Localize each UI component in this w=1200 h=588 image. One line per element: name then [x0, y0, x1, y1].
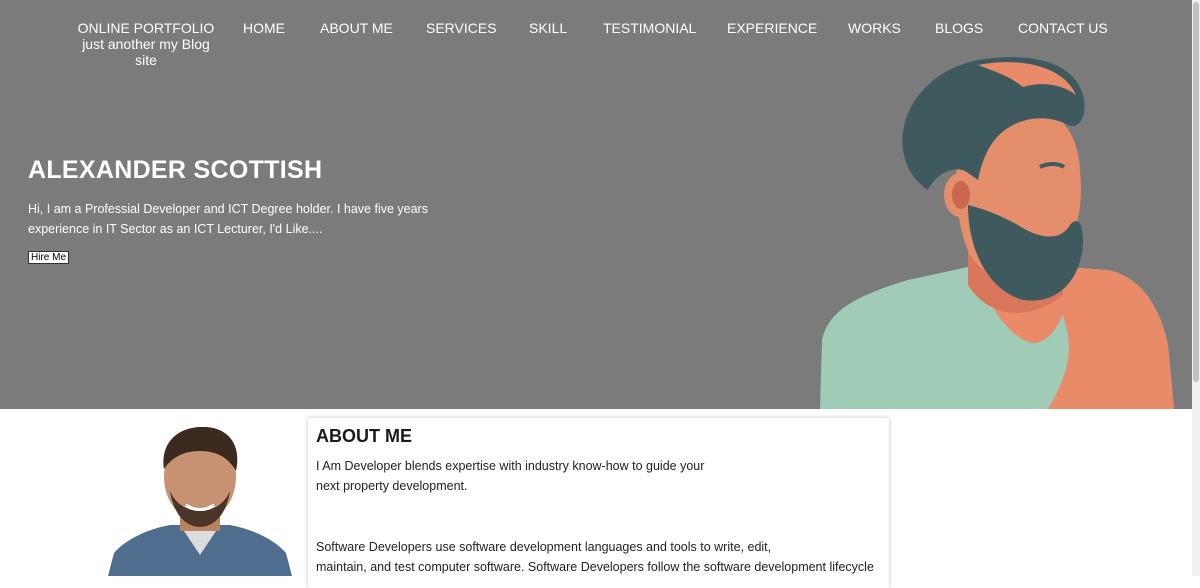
hero-section: ONLINE PORTFOLIO just another my Blog si… [0, 0, 1192, 409]
scrollbar-thumb[interactable] [1193, 2, 1199, 382]
nav-contact-us[interactable]: CONTACT US [1018, 20, 1108, 36]
nav-blogs[interactable]: BLOGS [935, 20, 983, 36]
hero-intro: Hi, I am a Professial Developer and ICT … [28, 202, 428, 236]
nav-testimonial[interactable]: TESTIMONIAL [603, 20, 696, 36]
about-me-title: ABOUT ME [316, 426, 412, 446]
hero-name: ALEXANDER SCOTTISH [28, 156, 323, 184]
hero-illustration [820, 57, 1174, 409]
hire-me-button[interactable]: Hire Me [28, 251, 70, 264]
site-title[interactable]: ONLINE PORTFOLIO [76, 20, 216, 36]
site-brand[interactable]: ONLINE PORTFOLIO just another my Blog si… [76, 20, 216, 68]
about-me-card: ABOUT ME I Am Developer blends expertise… [308, 418, 889, 588]
nav-home[interactable]: HOME [243, 20, 285, 36]
about-portrait-photo [108, 426, 292, 576]
nav-services[interactable]: SERVICES [426, 20, 497, 36]
about-paragraph-line: next property development. [316, 479, 468, 493]
about-paragraph-line: I Am Developer blends expertise with ind… [316, 459, 705, 473]
about-paragraph-line: Software Developers use software develop… [316, 540, 772, 554]
nav-experience[interactable]: EXPERIENCE [727, 20, 817, 36]
nav-skill[interactable]: SKILL [529, 20, 567, 36]
page-scrollbar[interactable] [1192, 0, 1200, 576]
nav-about-me[interactable]: ABOUT ME [320, 20, 393, 36]
site-tagline: just another my Blog site [82, 36, 210, 68]
about-paragraph-line: maintain, and test computer software. So… [316, 560, 874, 574]
nav-works[interactable]: WORKS [848, 20, 901, 36]
